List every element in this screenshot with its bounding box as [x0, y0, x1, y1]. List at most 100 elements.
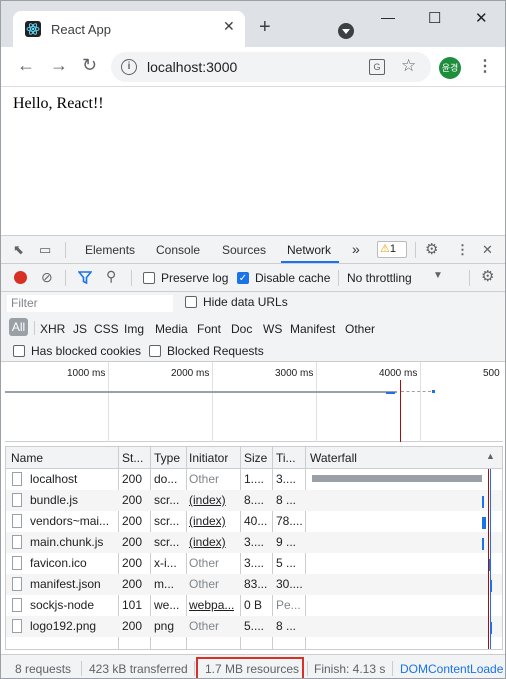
- timeline-overview[interactable]: 1000 ms 2000 ms 3000 ms 4000 ms 500: [5, 362, 503, 442]
- filter-input[interactable]: Filter: [7, 295, 173, 312]
- bookmark-star-icon[interactable]: ☆: [401, 56, 416, 76]
- type-filter-font[interactable]: Font: [197, 322, 221, 336]
- network-toolbar: ⊘ ⚲ Preserve log ✓ Disable cache No thro…: [1, 264, 505, 292]
- type-filter-doc[interactable]: Doc: [231, 322, 252, 336]
- chevron-down-icon[interactable]: ▼: [433, 270, 443, 281]
- tab-elements[interactable]: Elements: [85, 243, 135, 257]
- tab-console[interactable]: Console: [156, 243, 200, 257]
- new-tab-button[interactable]: +: [259, 17, 271, 37]
- divider: [469, 270, 470, 286]
- type-filter-ws[interactable]: WS: [263, 322, 282, 336]
- info-icon[interactable]: i: [121, 59, 137, 75]
- request-count: 8 requests: [15, 662, 72, 676]
- file-icon: [12, 556, 22, 570]
- request-initiator: Other: [189, 577, 220, 591]
- tick-label: 3000 ms: [275, 368, 314, 379]
- request-time: 8 ...: [276, 493, 297, 507]
- tab-sources[interactable]: Sources: [222, 243, 266, 257]
- type-filter-manifest[interactable]: Manifest: [290, 322, 335, 336]
- column-header-size[interactable]: Size: [244, 451, 267, 465]
- inspect-element-icon[interactable]: ⬉: [13, 242, 24, 258]
- hide-data-urls-checkbox[interactable]: [185, 296, 197, 308]
- tab-search-icon[interactable]: [338, 23, 354, 39]
- column-header-initiator[interactable]: Initiator: [189, 451, 228, 465]
- table-row[interactable]: sockjs-node 101 we... webpa... 0 B Pe...: [6, 595, 502, 616]
- request-type: do...: [154, 472, 178, 486]
- maximize-icon[interactable]: ☐: [428, 9, 441, 27]
- resources-size: 1.7 MB resources: [205, 662, 300, 676]
- type-filter-xhr[interactable]: XHR: [40, 322, 65, 336]
- translate-icon[interactable]: G: [369, 59, 385, 75]
- table-row[interactable]: localhost 200 do... Other 1.... 3....: [6, 469, 502, 490]
- request-initiator[interactable]: (index): [189, 514, 226, 528]
- request-time: 78....: [276, 514, 303, 528]
- table-row[interactable]: favicon.ico 200 x-i... Other 3.... 5 ...: [6, 553, 502, 574]
- tick-label: 1000 ms: [67, 368, 106, 379]
- more-tabs-button[interactable]: »: [352, 241, 360, 257]
- column-header-status[interactable]: St...: [122, 451, 143, 465]
- forward-icon[interactable]: →: [50, 55, 68, 76]
- type-filter-media[interactable]: Media: [155, 322, 188, 336]
- column-header-type[interactable]: Type: [154, 451, 180, 465]
- request-name: main.chunk.js: [30, 535, 104, 549]
- request-type: x-i...: [154, 556, 177, 570]
- record-button[interactable]: [14, 271, 27, 284]
- type-filter-css[interactable]: CSS: [94, 322, 119, 336]
- type-filter-js[interactable]: JS: [73, 322, 87, 336]
- request-initiator: Other: [189, 472, 220, 486]
- browser-tab[interactable]: React App ✕: [13, 11, 245, 47]
- load-event-marker: [400, 380, 401, 442]
- settings-gear-icon[interactable]: ⚙: [425, 240, 438, 258]
- search-icon[interactable]: ⚲: [106, 268, 116, 285]
- request-initiator[interactable]: webpa...: [189, 598, 234, 612]
- browser-window: React App ✕ + — ☐ ✕ ← → ↻ i localhost:30…: [0, 0, 506, 679]
- network-settings-gear-icon[interactable]: ⚙: [481, 267, 494, 285]
- overview-request-bar: [432, 390, 435, 393]
- table-row[interactable]: vendors~mai... 200 scr... (index) 40... 78...…: [6, 511, 502, 532]
- request-initiator[interactable]: (index): [189, 535, 226, 549]
- file-icon: [12, 514, 22, 528]
- disable-cache-checkbox[interactable]: ✓: [237, 272, 249, 284]
- table-row[interactable]: bundle.js 200 scr... (index) 8.... 8 ...: [6, 490, 502, 511]
- device-toolbar-icon[interactable]: ▭: [39, 242, 51, 258]
- close-tab-icon[interactable]: ✕: [223, 18, 235, 35]
- type-filter-img[interactable]: Img: [124, 322, 144, 336]
- column-header-time[interactable]: Ti...: [276, 451, 296, 465]
- address-bar[interactable]: i localhost:3000 G ☆: [111, 52, 431, 82]
- table-row[interactable]: main.chunk.js 200 scr... (index) 3.... 9 ...: [6, 532, 502, 553]
- close-window-icon[interactable]: ✕: [475, 9, 488, 27]
- request-initiator[interactable]: (index): [189, 493, 226, 507]
- avatar[interactable]: 윤경: [439, 57, 461, 79]
- type-filter-all[interactable]: All: [9, 318, 28, 336]
- type-filter-other[interactable]: Other: [345, 322, 375, 336]
- warnings-badge[interactable]: ⚠1: [377, 241, 407, 258]
- tab-network[interactable]: Network: [287, 243, 331, 257]
- table-row[interactable]: manifest.json 200 m... Other 83... 30....: [6, 574, 502, 595]
- divider: [338, 270, 339, 286]
- reload-icon[interactable]: ↻: [82, 55, 97, 76]
- blocked-requests-checkbox[interactable]: [149, 345, 161, 357]
- filter-icon[interactable]: [78, 271, 92, 284]
- divider: [34, 321, 35, 335]
- has-blocked-cookies-checkbox[interactable]: [13, 345, 25, 357]
- column-header-name[interactable]: Name: [11, 451, 43, 465]
- load-event-line: [488, 469, 489, 649]
- devtools-menu-icon[interactable]: ⋮: [456, 242, 469, 258]
- sort-ascending-icon[interactable]: ▲: [486, 451, 495, 461]
- clear-icon[interactable]: ⊘: [41, 269, 53, 286]
- table-row[interactable]: logo192.png 200 png Other 5.... 8 ...: [6, 616, 502, 637]
- preserve-log-checkbox[interactable]: [143, 272, 155, 284]
- throttling-select[interactable]: No throttling: [347, 271, 412, 285]
- request-type: scr...: [154, 535, 180, 549]
- minimize-icon[interactable]: —: [381, 9, 395, 25]
- transferred-size: 423 kB transferred: [89, 662, 188, 676]
- column-header-waterfall[interactable]: Waterfall: [310, 451, 357, 465]
- request-type: scr...: [154, 493, 180, 507]
- close-devtools-icon[interactable]: ✕: [482, 242, 493, 258]
- browser-menu-icon[interactable]: ⋮: [477, 56, 493, 76]
- divider: [81, 661, 82, 676]
- warning-icon: ⚠: [380, 243, 390, 255]
- filter-row: Filter Hide data URLs: [1, 292, 505, 314]
- back-icon[interactable]: ←: [17, 55, 35, 76]
- request-name: localhost: [30, 472, 78, 486]
